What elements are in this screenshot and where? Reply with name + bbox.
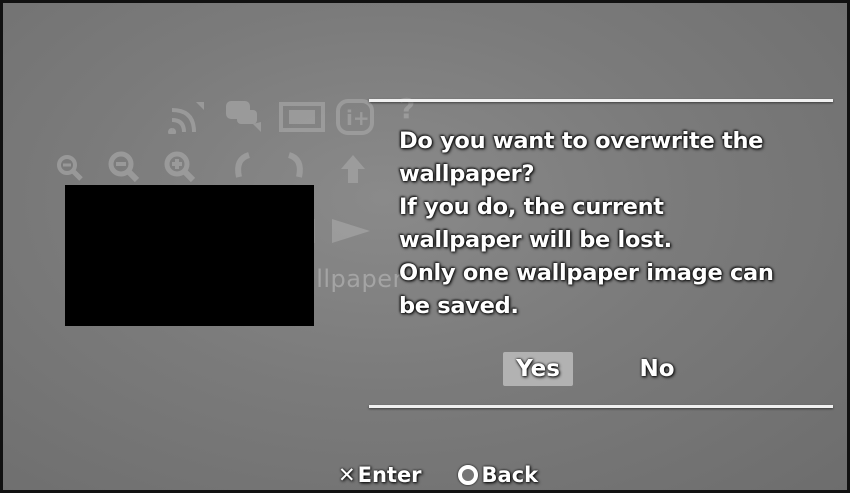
rss-icon bbox=[168, 100, 208, 134]
message-line: wallpaper will be lost. bbox=[399, 227, 672, 253]
play-icon bbox=[328, 215, 374, 247]
rotate-left-icon bbox=[231, 151, 257, 183]
cross-button-icon: ✕ bbox=[338, 463, 356, 487]
image-thumbnail bbox=[65, 185, 314, 326]
message-line: wallpaper? bbox=[399, 161, 535, 187]
slideshow-icon bbox=[278, 101, 326, 133]
chat-icon bbox=[223, 98, 267, 134]
back-label: Back bbox=[481, 463, 539, 487]
enter-hint[interactable]: ✕ Enter bbox=[338, 461, 422, 489]
screen: i+ ? allpaper Do you want to overwrite t… bbox=[0, 0, 850, 493]
help-icon: ? bbox=[397, 93, 421, 123]
rotate-right-icon bbox=[281, 151, 307, 183]
no-button[interactable]: No bbox=[631, 352, 683, 386]
yes-button[interactable]: Yes bbox=[503, 352, 573, 386]
zoom-reset-icon bbox=[55, 153, 85, 183]
up-arrow-icon bbox=[339, 153, 367, 185]
svg-text:i+: i+ bbox=[346, 106, 370, 130]
dialog-top-divider bbox=[369, 99, 833, 102]
menu-label-wallpaper: allpaper bbox=[301, 265, 403, 293]
zoom-out-icon bbox=[107, 150, 141, 184]
circle-button-icon bbox=[457, 465, 478, 485]
zoom-in-icon bbox=[163, 150, 197, 184]
button-hints: ✕ Enter Back bbox=[338, 461, 538, 489]
back-hint[interactable]: Back bbox=[457, 461, 539, 489]
dialog-message: Do you want to overwrite the wallpaper? … bbox=[399, 125, 829, 323]
enter-label: Enter bbox=[357, 463, 422, 487]
message-line: Do you want to overwrite the bbox=[399, 128, 764, 154]
dialog-bottom-divider bbox=[369, 405, 833, 408]
message-line: If you do, the current bbox=[399, 194, 664, 220]
message-line: Only one wallpaper image can bbox=[399, 260, 774, 286]
svg-text:?: ? bbox=[399, 93, 415, 123]
info-icon: i+ bbox=[335, 98, 375, 136]
message-line: be saved. bbox=[399, 293, 519, 319]
